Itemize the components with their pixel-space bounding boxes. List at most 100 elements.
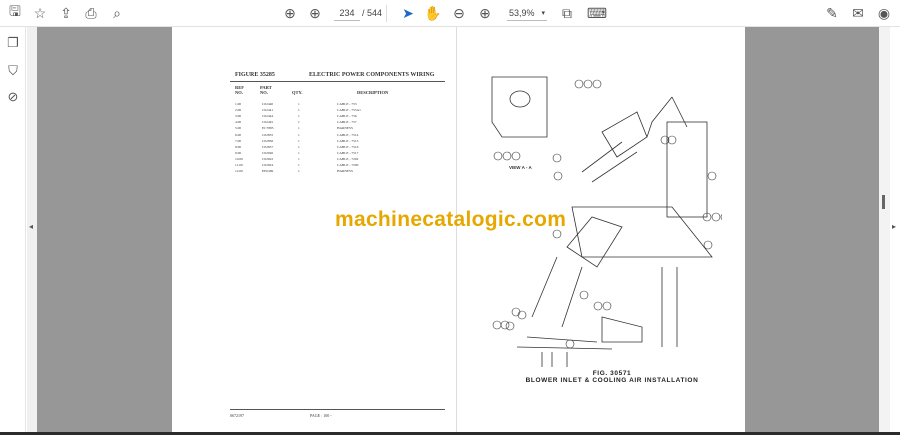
page-number-input[interactable]: 234 (334, 6, 360, 21)
email-icon[interactable]: ✉ (849, 4, 867, 22)
table-row: 6.00 C02855 1 CABLE - 7514 (230, 133, 410, 139)
attachments-icon[interactable]: ⊘ (5, 89, 21, 105)
vertical-scrollbar[interactable] (879, 27, 890, 432)
cell-part: C02444 (262, 114, 274, 119)
zoom-value: 53,9% (509, 8, 535, 18)
cell-desc: CABLE - 7516 (337, 144, 359, 149)
header-rule (230, 81, 445, 82)
cell-qty: 1 (298, 132, 300, 137)
cell-ref: 9.00 (235, 150, 242, 155)
cell-qty: 1 (298, 144, 300, 149)
select-cursor-icon[interactable]: ➤ (399, 4, 417, 22)
bookmark-star-icon[interactable]: ☆ (31, 4, 49, 22)
col-ref: REF NO. (235, 85, 244, 95)
table-row: 9.00 C02920 1 CABLE - 7517 (230, 151, 410, 157)
search-icon[interactable]: ⌕ (108, 4, 126, 22)
cell-ref: 8.00 (235, 144, 242, 149)
table-row: 2.00 C02441 1 CABLE - 755A1 (230, 108, 410, 114)
left-nav: ❐ ⛉ ⊘ (0, 27, 26, 432)
table-row: 12.00 EE0469 1 HARNESS (230, 169, 410, 175)
watermark: machinecatalogic.com (335, 208, 567, 231)
toolbar-divider (386, 5, 387, 22)
cell-qty: 1 (298, 163, 300, 167)
cell-qty: 1 (298, 156, 300, 161)
col-description: DESCRIPTION (357, 90, 389, 95)
upload-cloud-icon[interactable]: ⇪ (57, 4, 75, 22)
cell-ref: 1.00 (235, 102, 242, 106)
hand-tool-icon[interactable]: ✋ (424, 4, 442, 22)
zoom-out-button[interactable]: ⊖ (450, 4, 468, 22)
cell-part: C02857 (262, 144, 274, 149)
col-qty: QTY. (292, 90, 303, 95)
cell-desc: CABLE - 7514 (337, 132, 359, 137)
print-icon[interactable]: ⎙ (82, 4, 100, 22)
zoom-level-select[interactable]: 53,9% ▾ (507, 6, 547, 21)
account-icon[interactable]: ◉ (875, 4, 893, 22)
cell-ref: 6.00 (235, 132, 242, 137)
footer-rule (230, 409, 445, 410)
cell-qty: 1 (298, 138, 300, 143)
cell-part: C02922 (262, 156, 274, 161)
cell-part: C02440 (262, 102, 274, 106)
figure-title: ELECTRIC POWER COMPONENTS WIRING (309, 72, 435, 78)
footer-code: 0672197 (230, 413, 244, 418)
cell-qty: 1 (298, 169, 300, 174)
view-label: VIEW A - A (509, 165, 532, 170)
figure-number: FIGURE 35285 (235, 72, 275, 78)
cell-qty: 1 (298, 126, 300, 131)
table-row: 3.00 C02444 1 CABLE - 756 (230, 114, 410, 120)
footer-page: PAGE : 100 - (310, 413, 332, 418)
cell-part: EE0469 (262, 169, 274, 174)
figure-caption: BLOWER INLET & COOLING AIR INSTALLATION (525, 377, 699, 384)
table-row: 1.00 C02440 1 CABLE - 755 (230, 102, 410, 108)
cell-part: EC7885 (262, 126, 274, 131)
cell-desc: HARNESS (337, 126, 353, 131)
previous-page-button[interactable]: ⊕ (281, 4, 299, 22)
cell-desc: CABLE - 756 (337, 114, 357, 119)
col-part: PART NO. (260, 85, 272, 95)
bookmarks-icon[interactable]: ⛉ (5, 63, 21, 79)
cell-desc: CABLE - 7200 (337, 163, 359, 167)
page-fit-icon[interactable]: ⧉ (558, 4, 576, 22)
page-total: / 544 (362, 8, 383, 18)
cell-ref: 10.00 (235, 156, 243, 161)
cell-part: C02924 (262, 163, 274, 167)
cell-qty: 1 (298, 108, 300, 113)
cell-desc: CABLE - 755A1 (337, 108, 361, 113)
chevron-down-icon: ▾ (541, 10, 545, 17)
fill-sign-icon[interactable]: ✎ (823, 4, 841, 22)
cell-qty: 1 (298, 114, 300, 119)
cell-desc: CABLE - 7515 (337, 138, 359, 143)
cell-desc: HARNESS (337, 169, 353, 174)
cell-desc: CABLE - 7202 (337, 156, 359, 161)
expand-right-panel-icon[interactable]: ▸ (892, 222, 896, 231)
zoom-in-button[interactable]: ⊕ (476, 4, 494, 22)
cell-desc: CABLE - 757 (337, 120, 357, 125)
table-row: 8.00 C02857 1 CABLE - 7516 (230, 145, 410, 151)
scrollbar-thumb[interactable] (882, 195, 885, 209)
scroll-mode-icon[interactable]: ⌨ (587, 4, 607, 22)
figure-number-caption: FIG. 30571 (592, 370, 632, 377)
cell-part: C02445 (262, 120, 274, 125)
next-page-button[interactable]: ⊕ (306, 4, 324, 22)
save-icon[interactable]: 🖫 (6, 3, 24, 22)
collapse-left-panel-icon[interactable]: ◂ (29, 222, 33, 231)
cell-part: C02920 (262, 150, 274, 155)
cell-part: C02856 (262, 138, 274, 143)
cell-ref: 5.00 (235, 126, 242, 131)
table-row: 5.00 EC7885 1 HARNESS (230, 126, 410, 132)
cell-desc: CABLE - 755 (337, 102, 357, 106)
cell-ref: 11.00 (235, 163, 243, 167)
table-row: 7.00 C02856 1 CABLE - 7515 (230, 139, 410, 145)
toolbar: 🖫 ☆ ⇪ ⎙ ⌕ ⊕ ⊕ 234 / 544 ➤ ✋ ⊖ ⊕ 53,9% ▾ ⧉… (0, 0, 900, 27)
cell-ref: 2.00 (235, 108, 242, 113)
cell-qty: 1 (298, 102, 300, 106)
cell-ref: 3.00 (235, 114, 242, 119)
table-row: 4.00 C02445 1 CABLE - 757 (230, 120, 410, 126)
page-thumbnails-icon[interactable]: ❐ (5, 35, 21, 51)
cell-ref: 4.00 (235, 120, 242, 125)
cell-qty: 1 (298, 150, 300, 155)
table-row: 11.00 C02924 1 CABLE - 7200 (230, 163, 410, 169)
cell-ref: 7.00 (235, 138, 242, 143)
cell-part: C02855 (262, 132, 274, 137)
